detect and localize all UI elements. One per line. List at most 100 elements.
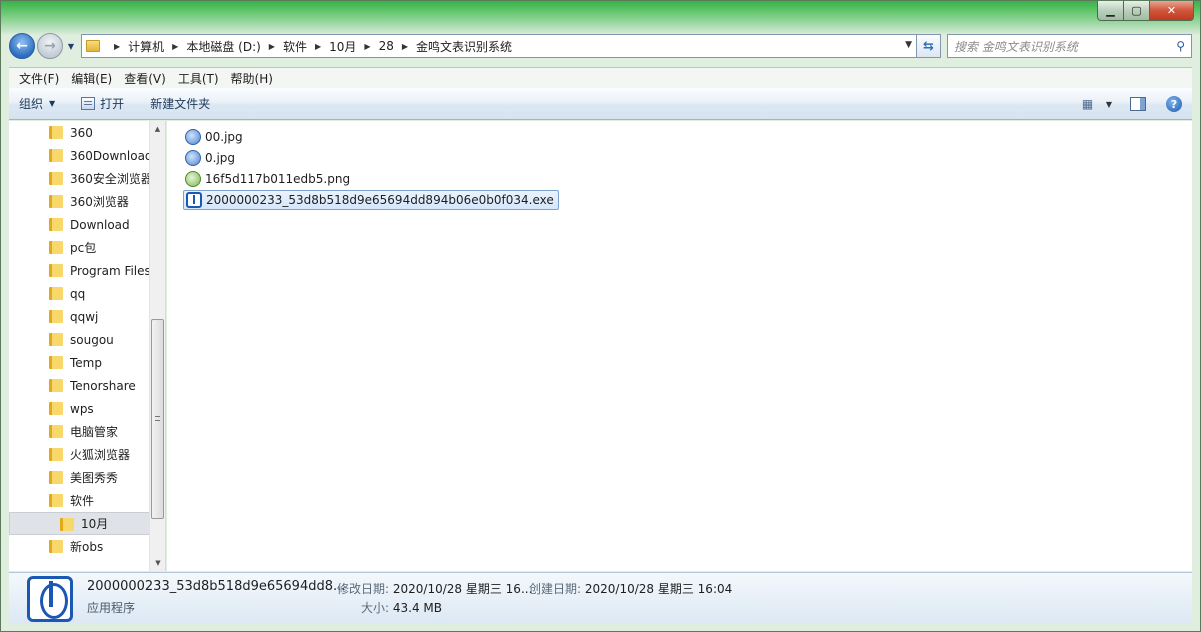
folder-icon — [49, 471, 63, 484]
scroll-down-icon[interactable]: ▼ — [150, 555, 165, 571]
folder-icon — [49, 264, 63, 277]
change-view-icon[interactable]: ▦ — [1082, 97, 1098, 111]
menu-tools[interactable]: 工具(T) — [176, 70, 229, 87]
size-label: 大小: — [361, 601, 390, 615]
jpg-file-icon — [185, 129, 201, 145]
breadcrumb-28[interactable]: 28 — [379, 39, 394, 53]
folder-icon — [60, 518, 74, 531]
folder-icon — [86, 40, 100, 52]
folder-icon — [49, 195, 63, 208]
view-options-dropdown[interactable]: ▼ — [1106, 100, 1112, 109]
png-file-icon — [185, 171, 201, 187]
details-file-type: 应用程序 — [87, 601, 136, 615]
breadcrumb-october[interactable]: 10月 — [329, 38, 356, 55]
new-folder-button[interactable]: 新建文件夹 — [150, 95, 210, 112]
refresh-button[interactable]: ⇆ — [917, 34, 941, 58]
details-modified: 修改日期: 2020/10/28 星期三 16... — [337, 580, 532, 597]
folder-icon — [49, 448, 63, 461]
nav-folder-item[interactable]: wps — [9, 397, 150, 420]
file-item[interactable]: 0.jpg — [185, 148, 239, 168]
nav-folder-item[interactable]: Program Files — [9, 259, 150, 282]
file-name: 16f5d117b011edb5.png — [205, 172, 351, 186]
nav-folder-item[interactable]: 360Download — [9, 144, 150, 167]
breadcrumb-current-folder[interactable]: 金鸣文表识别系统 — [416, 38, 512, 55]
nav-folder-item[interactable]: Tenorshare — [9, 374, 150, 397]
nav-folder-item-selected[interactable]: 10月 — [9, 512, 150, 535]
search-input[interactable]: 搜索 金鸣文表识别系统 ⚲ — [947, 34, 1192, 58]
nav-folder-item[interactable]: 火狐浏览器 — [9, 443, 150, 466]
folder-label: sougou — [70, 332, 114, 347]
breadcrumb: ▶ 计算机 ▶ 本地磁盘 (D:) ▶ 软件 ▶ 10月 ▶ 28 ▶ 金鸣文表… — [114, 38, 513, 55]
file-item[interactable]: 00.jpg — [185, 127, 247, 147]
nav-folder-item[interactable]: 新obs — [9, 535, 150, 558]
folder-icon — [49, 241, 63, 254]
folder-label: 软件 — [70, 494, 95, 508]
organize-button[interactable]: 组织 ▼ — [19, 95, 55, 112]
nav-folder-item[interactable]: 美图秀秀 — [9, 466, 150, 489]
nav-folder-item[interactable]: Temp — [9, 351, 150, 374]
folder-icon — [49, 540, 63, 553]
nav-folder-item[interactable]: qqwj — [9, 305, 150, 328]
breadcrumb-drive-d[interactable]: 本地磁盘 (D:) — [186, 38, 260, 55]
close-button[interactable]: ✕ — [1150, 1, 1194, 21]
forward-arrow-icon: → — [44, 38, 56, 54]
folder-label: Program Files — [70, 263, 150, 278]
menu-view[interactable]: 查看(V) — [122, 70, 176, 87]
nav-folder-item[interactable]: pc包 — [9, 236, 150, 259]
jpg-file-icon — [185, 150, 201, 166]
created-value: 2020/10/28 星期三 16:04 — [584, 582, 733, 596]
nav-folder-item[interactable]: 360 — [9, 121, 150, 144]
command-bar-right: ▦ ▼ ? — [1082, 88, 1192, 120]
size-value: 43.4 MB — [392, 601, 442, 615]
file-name: 00.jpg — [205, 130, 243, 144]
search-placeholder: 搜索 金鸣文表识别系统 — [954, 39, 1078, 54]
back-button[interactable]: ← — [9, 33, 35, 59]
preview-pane-icon[interactable] — [1130, 97, 1146, 111]
scrollbar-thumb[interactable] — [151, 319, 164, 519]
nav-folder-item[interactable]: 360浏览器 — [9, 190, 150, 213]
nav-folder-item[interactable]: 电脑管家 — [9, 420, 150, 443]
file-item[interactable]: 16f5d117b011edb5.png — [185, 169, 354, 189]
breadcrumb-software[interactable]: 软件 — [283, 38, 307, 55]
nav-folder-item[interactable]: 软件 — [9, 489, 150, 512]
recent-pages-dropdown[interactable]: ▼ — [65, 42, 77, 51]
open-label: 打开 — [100, 97, 125, 111]
file-item[interactable]: 2000000233_53d8b518d9e65694dd894b06e0b0f… — [183, 190, 559, 210]
breadcrumb-computer[interactable]: 计算机 — [128, 38, 164, 55]
folder-label: 10月 — [81, 517, 109, 531]
folder-label: Download — [70, 217, 130, 232]
menu-edit[interactable]: 编辑(E) — [69, 70, 122, 87]
folder-label: 360 — [70, 125, 93, 140]
forward-button[interactable]: → — [37, 33, 63, 59]
menu-bar: 文件(F) 编辑(E) 查看(V) 工具(T) 帮助(H) — [9, 67, 1192, 88]
search-icon[interactable]: ⚲ — [1176, 39, 1185, 53]
nav-folder-item[interactable]: qq — [9, 282, 150, 305]
new-folder-label: 新建文件夹 — [150, 97, 211, 111]
nav-folder-item[interactable]: 360安全浏览器 — [9, 167, 150, 190]
open-button[interactable]: 打开 — [81, 95, 124, 112]
folder-label: 360浏览器 — [70, 195, 129, 209]
help-icon[interactable]: ? — [1166, 96, 1182, 112]
menu-file[interactable]: 文件(F) — [17, 70, 69, 87]
folder-label: 电脑管家 — [70, 425, 119, 439]
details-file-name: 2000000233_53d8b518d9e65694dd8... — [87, 579, 346, 594]
folder-label: 360Download — [70, 148, 150, 163]
minimize-button[interactable]: ▁ — [1097, 1, 1124, 21]
scroll-up-icon[interactable]: ▲ — [150, 121, 165, 137]
folder-label: Temp — [70, 355, 102, 370]
address-bar[interactable]: ▶ 计算机 ▶ 本地磁盘 (D:) ▶ 软件 ▶ 10月 ▶ 28 ▶ 金鸣文表… — [81, 34, 917, 58]
address-dropdown-icon[interactable]: ▼ — [905, 40, 912, 50]
exe-app-large-icon — [27, 576, 73, 622]
folder-icon — [49, 126, 63, 139]
details-created: 创建日期: 2020/10/28 星期三 16:04 — [529, 580, 732, 597]
menu-help[interactable]: 帮助(H) — [229, 70, 283, 87]
nav-folder-item[interactable]: Download — [9, 213, 150, 236]
folder-label: wps — [70, 401, 94, 416]
nav-folder-item[interactable]: sougou — [9, 328, 150, 351]
folder-icon — [49, 310, 63, 323]
folder-icon — [49, 218, 63, 231]
maximize-button[interactable]: ▢ — [1124, 1, 1150, 21]
nav-scrollbar[interactable]: ▲ ▼ — [149, 121, 165, 571]
address-row: ← → ▼ ▶ 计算机 ▶ 本地磁盘 (D:) ▶ 软件 ▶ 10月 ▶ 28 … — [9, 32, 1192, 60]
folder-icon — [49, 172, 63, 185]
